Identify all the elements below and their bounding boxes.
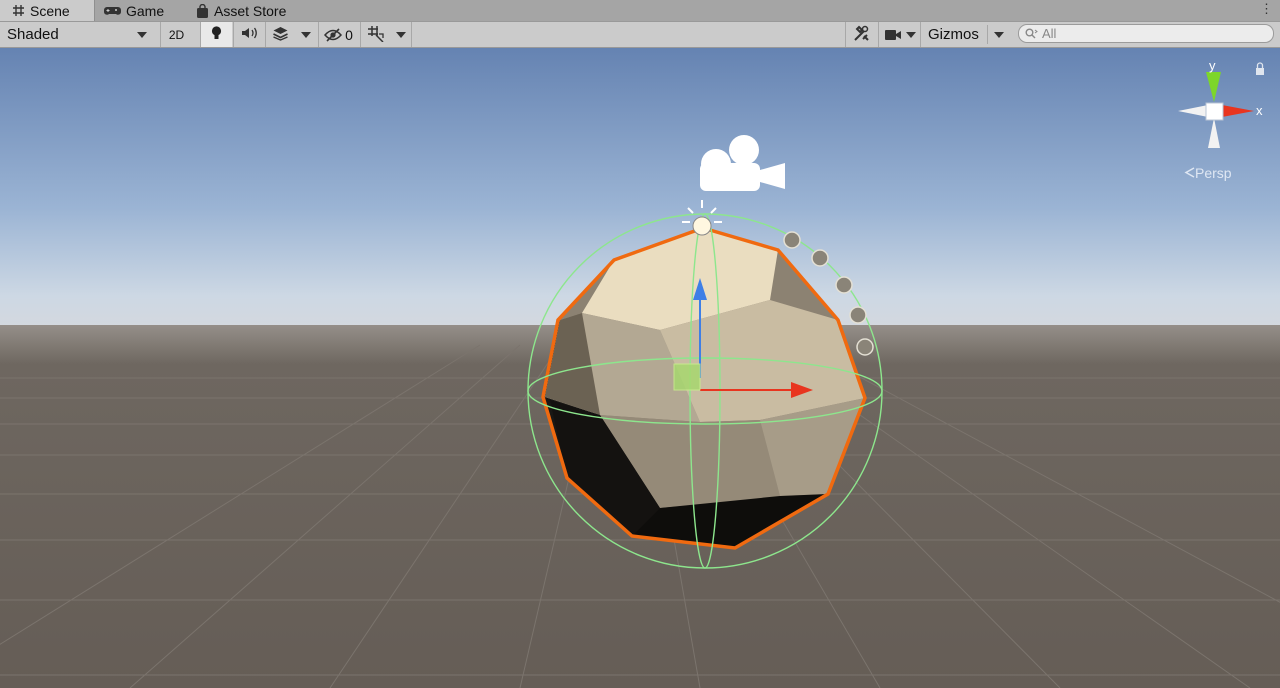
grid-snap-button[interactable] xyxy=(360,22,390,47)
tab-scene[interactable]: Scene xyxy=(0,0,95,21)
hidden-objects-button[interactable]: 0 xyxy=(318,22,358,47)
axis-y-label: y xyxy=(1209,58,1216,73)
video-camera-icon xyxy=(884,29,902,41)
grid-icon xyxy=(12,4,25,17)
tools-icon xyxy=(853,25,870,45)
light-bulb-icon xyxy=(211,25,222,44)
chevron-left-icon xyxy=(1184,165,1195,181)
projection-label: Persp xyxy=(1195,165,1232,181)
search-input[interactable]: All xyxy=(1018,24,1274,43)
draw-mode-label: Shaded xyxy=(7,26,59,43)
2d-toggle-button[interactable]: 2D xyxy=(160,22,192,47)
camera-settings-button[interactable] xyxy=(878,22,920,47)
speaker-icon xyxy=(241,26,259,43)
lighting-toggle-button[interactable] xyxy=(200,22,232,47)
tab-game[interactable]: Game xyxy=(104,0,164,21)
search-icon xyxy=(1025,28,1038,39)
effects-button[interactable] xyxy=(265,22,295,47)
scene-toolbar: Shaded 2D 0 Gizmos All xyxy=(0,22,1280,48)
tab-asset-store-label: Asset Store xyxy=(214,2,287,19)
tab-scene-label: Scene xyxy=(30,2,70,19)
gizmos-label: Gizmos xyxy=(928,26,979,43)
shopping-bag-icon xyxy=(196,3,209,18)
audio-toggle-button[interactable] xyxy=(233,22,265,47)
chevron-down-icon xyxy=(395,31,406,38)
tab-asset-store[interactable]: Asset Store xyxy=(196,0,286,21)
gamepad-icon xyxy=(104,5,121,17)
tools-button[interactable] xyxy=(845,22,877,47)
grid-snap-dropdown[interactable] xyxy=(390,22,412,47)
scene-viewport[interactable]: y x Persp xyxy=(0,48,1280,688)
layers-icon xyxy=(272,26,289,44)
tab-bar: Scene Game Asset Store ⋮ xyxy=(0,0,1280,22)
draw-mode-dropdown[interactable]: Shaded xyxy=(0,22,155,47)
effects-dropdown[interactable] xyxy=(295,22,317,47)
grid-snap-icon xyxy=(367,25,384,45)
chevron-down-icon xyxy=(137,32,147,38)
tab-game-label: Game xyxy=(126,2,165,19)
chevron-down-icon xyxy=(905,31,916,38)
more-options-icon[interactable]: ⋮ xyxy=(1260,1,1273,17)
eye-slash-icon xyxy=(324,27,343,42)
hidden-count: 0 xyxy=(345,26,353,43)
projection-toggle[interactable]: Persp xyxy=(1184,165,1232,181)
chevron-down-icon xyxy=(994,32,1004,38)
search-placeholder: All xyxy=(1042,26,1057,41)
axis-x-label: x xyxy=(1256,103,1263,118)
gizmos-dropdown[interactable]: Gizmos xyxy=(920,22,1010,47)
chevron-down-icon xyxy=(301,31,311,38)
